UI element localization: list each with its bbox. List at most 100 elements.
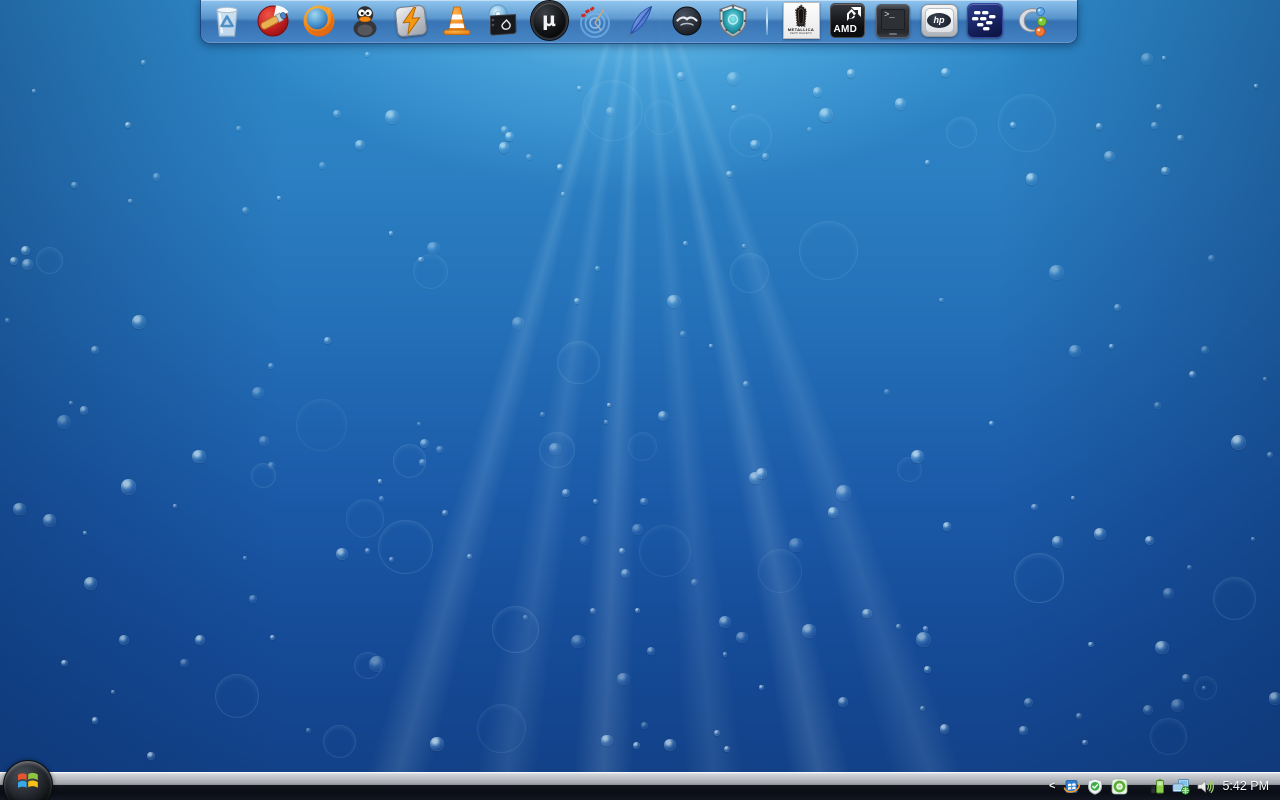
bubble — [214, 674, 259, 719]
bubble — [911, 449, 925, 463]
dock-item-amd[interactable]: AMD — [828, 1, 866, 41]
bubble — [31, 88, 36, 93]
power-battery-icon[interactable] — [1148, 777, 1166, 795]
bubble — [82, 530, 87, 535]
desktop: µ METALLICA DEATH MAGNETIC AMD >_ hp < 5… — [0, 0, 1280, 800]
bubble — [741, 243, 746, 248]
ad-aware-radar-icon — [580, 6, 610, 38]
dock-item-metallica[interactable]: METALLICA DEATH MAGNETIC — [782, 1, 820, 41]
bubble — [939, 298, 944, 303]
bubble — [512, 317, 525, 330]
bubble — [79, 406, 89, 415]
bubble — [505, 131, 514, 141]
bubble — [180, 659, 189, 668]
tray-expand-chevron[interactable]: < — [1048, 772, 1056, 800]
hp-label: hp — [933, 15, 945, 25]
bubble — [429, 736, 444, 751]
bubble — [627, 432, 657, 461]
bubble — [1155, 640, 1169, 655]
objectdock-icon — [1018, 6, 1047, 37]
bubble — [939, 724, 949, 734]
dock-separator — [766, 6, 768, 35]
dock-item-hp[interactable]: hp — [920, 1, 958, 41]
bubble — [729, 114, 772, 158]
bubble — [61, 659, 68, 667]
bubble — [1208, 255, 1215, 262]
bubble — [556, 164, 563, 171]
bubble — [603, 419, 608, 424]
bubble — [243, 555, 248, 560]
bubble — [819, 108, 833, 122]
bubble — [345, 499, 385, 538]
bubble — [498, 142, 510, 153]
bubble — [759, 685, 764, 690]
windows-update-icon[interactable] — [1062, 777, 1080, 795]
bubble — [56, 414, 72, 429]
bubble — [146, 751, 155, 760]
dock-item-ccleaner[interactable] — [254, 1, 292, 41]
bubble — [835, 485, 852, 501]
bubble — [812, 87, 823, 97]
bubble — [924, 666, 931, 673]
dock-item-security-shield[interactable] — [714, 1, 752, 41]
bubble — [713, 730, 720, 736]
dock-item-winamp[interactable] — [392, 1, 430, 41]
bubble — [120, 479, 137, 495]
bubble — [802, 624, 816, 638]
bubble — [1268, 692, 1280, 705]
dock-item-black-duck[interactable] — [346, 1, 384, 41]
bubble — [601, 735, 613, 747]
bubble — [416, 421, 421, 426]
bubble — [922, 626, 929, 632]
bubble — [925, 160, 930, 165]
security-center-shield-icon[interactable] — [1086, 777, 1104, 795]
dock-item-ad-aware[interactable] — [576, 1, 614, 41]
dock-item-objectdock[interactable] — [1012, 1, 1050, 41]
dock-item-recycle-bin[interactable] — [208, 1, 246, 41]
taskbar-clock[interactable]: 5:42 PM — [1220, 772, 1275, 800]
blackberry-icon — [967, 3, 1003, 38]
bubble — [667, 294, 681, 309]
bubble — [427, 241, 440, 255]
bubble — [20, 245, 30, 255]
bubble — [1019, 726, 1028, 735]
bubble — [388, 231, 394, 236]
volume-speaker-icon[interactable] — [1196, 777, 1215, 795]
dock-item-nero-burner[interactable] — [484, 1, 522, 41]
bubble — [442, 509, 449, 516]
dock-item-utorrent[interactable]: µ — [530, 1, 568, 41]
bubble — [735, 631, 748, 644]
bubble — [13, 503, 26, 516]
bubble — [355, 139, 366, 150]
bubble — [128, 198, 133, 204]
terminal-screen: >_ — [881, 8, 905, 30]
network-connection-icon[interactable] — [1172, 777, 1191, 795]
bubble — [332, 109, 341, 118]
bubble — [539, 432, 575, 468]
dock-item-photoshop[interactable] — [622, 1, 660, 41]
bubble — [318, 161, 327, 169]
dock-item-firefox[interactable] — [300, 1, 338, 41]
firefox-icon — [303, 5, 335, 36]
hp-icon: hp — [920, 4, 958, 37]
bubble — [942, 522, 952, 531]
bubble — [1140, 53, 1153, 66]
bubble — [43, 514, 56, 527]
dock-item-vlc[interactable] — [438, 1, 476, 41]
bubble — [749, 139, 760, 150]
taskbar: < 5:42 PM — [0, 760, 1280, 800]
bubble — [269, 635, 275, 640]
bubble — [22, 259, 33, 270]
green-ring-utility-icon[interactable] — [1110, 777, 1128, 795]
bubble — [1031, 503, 1038, 511]
bubble — [799, 220, 858, 280]
dock-item-openoffice[interactable] — [668, 1, 706, 41]
bubble — [1186, 564, 1192, 570]
bubble — [131, 315, 146, 330]
bubble — [884, 388, 891, 395]
dock-item-terminal[interactable]: >_ — [874, 1, 912, 41]
bubble — [389, 557, 394, 563]
dock-item-blackberry[interactable] — [966, 1, 1004, 41]
bubble — [680, 331, 686, 337]
terminal-icon: >_ — [876, 3, 910, 38]
